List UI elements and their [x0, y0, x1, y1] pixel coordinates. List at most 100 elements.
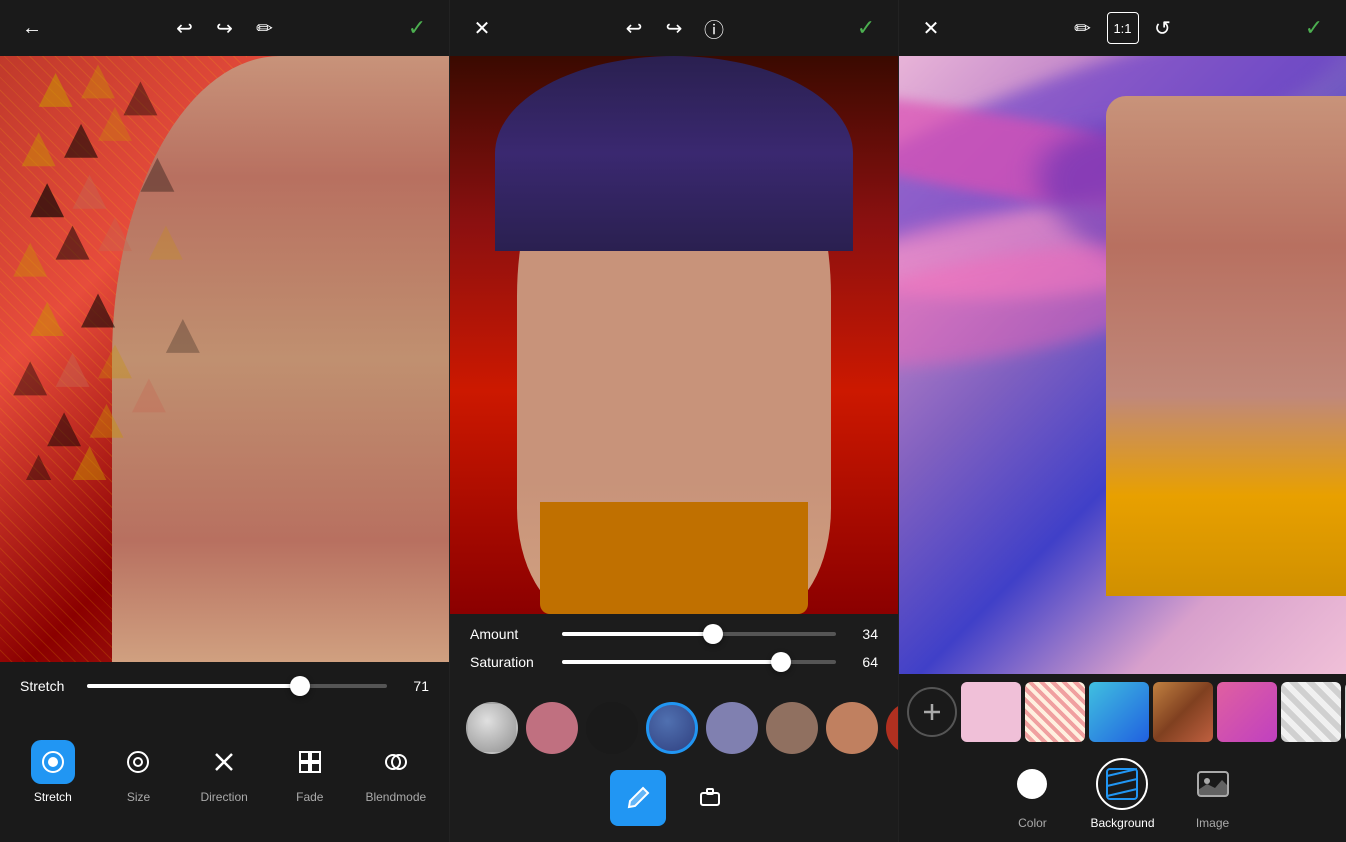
swatch-brown1[interactable]: [766, 702, 818, 754]
tool-direction[interactable]: Direction: [194, 740, 254, 804]
thumbnail-thumb-triangle[interactable]: [1281, 682, 1341, 742]
swatch-copper[interactable]: [826, 702, 878, 754]
toolbar-right-3: ✓: [1298, 12, 1330, 44]
swatch-silver[interactable]: [466, 702, 518, 754]
close-button-2[interactable]: ✕: [466, 12, 498, 44]
tool-icon-blendmode: [374, 740, 418, 784]
tool-icon-direction: [202, 740, 246, 784]
thumbnail-thumb-pink2[interactable]: [1217, 682, 1277, 742]
bg-type-icon-image: [1187, 758, 1239, 810]
swatch-lavender[interactable]: [706, 702, 758, 754]
slider-value-amount: 34: [848, 626, 878, 642]
info-button-2[interactable]: ⓘ: [698, 12, 730, 44]
add-background-button[interactable]: [907, 687, 957, 737]
tool-stretch[interactable]: Stretch: [23, 740, 83, 804]
tool-icon-size: [116, 740, 160, 784]
stretch-value: 71: [399, 678, 429, 694]
tool-size[interactable]: Size: [108, 740, 168, 804]
slider-value-saturation: 64: [848, 654, 878, 670]
tool-label-size: Size: [127, 790, 150, 804]
triangle-svg: [0, 56, 247, 480]
bottom-controls-1: Stretch 71 Stretch Size Direction Fade B…: [0, 662, 449, 842]
slider-track-saturation[interactable]: [562, 660, 836, 664]
bg-type-row: Color Background Image: [899, 750, 1346, 842]
image-canvas-2[interactable]: [450, 56, 898, 614]
toolbar-center-1: ↩ ↪ ✏: [169, 12, 281, 44]
slider-track-amount[interactable]: [562, 632, 836, 636]
stretch-label: Stretch: [20, 678, 75, 694]
slider-name-saturation: Saturation: [470, 654, 550, 670]
image-1: [0, 56, 449, 662]
tool-row-1: Stretch Size Direction Fade Blendmode: [0, 710, 449, 842]
toolbar-right-2: ✓: [850, 12, 882, 44]
close-button-3[interactable]: ✕: [915, 12, 947, 44]
thumbnail-thumb-pink[interactable]: [961, 682, 1021, 742]
tool-icon-stretch: [31, 740, 75, 784]
stretch-slider-row: Stretch 71: [0, 662, 449, 710]
tool-label-fade: Fade: [296, 790, 323, 804]
color-swatches: [450, 694, 898, 762]
slider-row-saturation: Saturation 64: [470, 654, 878, 670]
bottom-controls-2: Amount 34 Saturation 64: [450, 614, 898, 842]
ratio-button-3[interactable]: 1:1: [1107, 12, 1139, 44]
tool-fade[interactable]: Fade: [280, 740, 340, 804]
slider-name-amount: Amount: [470, 626, 550, 642]
thumbnail-thumb-pattern[interactable]: [1025, 682, 1085, 742]
swatch-red[interactable]: [886, 702, 898, 754]
image-canvas-3[interactable]: [899, 56, 1346, 674]
panel-background: ✕ ✏ 1:1 ↺ ✓ Color: [898, 0, 1346, 842]
bg-type-label-image: Image: [1196, 816, 1229, 830]
person-3: [1106, 96, 1346, 596]
erase-button-3[interactable]: ✏: [1067, 12, 1099, 44]
toolbar-left-1: ←: [16, 12, 48, 44]
brush-tool-eraser[interactable]: [682, 770, 738, 826]
tool-blendmode[interactable]: Blendmode: [365, 740, 426, 804]
panel-colorize: ✕ ↩ ↪ ⓘ ✓ Amount: [449, 0, 898, 842]
swatch-blue-sel[interactable]: [646, 702, 698, 754]
tool-label-blendmode: Blendmode: [365, 790, 426, 804]
shirt-2: [540, 502, 809, 614]
toolbar-right-1: ✓: [401, 12, 433, 44]
swatch-black[interactable]: [586, 702, 638, 754]
bg-type-background[interactable]: Background: [1090, 758, 1154, 830]
back-button[interactable]: ←: [16, 12, 48, 44]
toolbar-1: ← ↩ ↪ ✏ ✓: [0, 0, 449, 56]
bg-type-image[interactable]: Image: [1187, 758, 1239, 830]
swatch-rose[interactable]: [526, 702, 578, 754]
toolbar-3: ✕ ✏ 1:1 ↺ ✓: [899, 0, 1346, 56]
erase-button-1[interactable]: ✏: [249, 12, 281, 44]
refresh-button-3[interactable]: ↺: [1147, 12, 1179, 44]
redo-button-1[interactable]: ↪: [209, 12, 241, 44]
bottom-controls-3: Color Background Image: [899, 674, 1346, 842]
thumbnail-thumb-cyan-blue[interactable]: [1089, 682, 1149, 742]
toolbar-left-2: ✕: [466, 12, 498, 44]
toolbar-2: ✕ ↩ ↪ ⓘ ✓: [450, 0, 898, 56]
undo-button-1[interactable]: ↩: [169, 12, 201, 44]
panel-stretch: ← ↩ ↪ ✏ ✓: [0, 0, 449, 842]
bg-type-color[interactable]: Color: [1006, 758, 1058, 830]
slider-row-amount: Amount 34: [470, 626, 878, 642]
tool-label-stretch: Stretch: [34, 790, 72, 804]
stretch-thumb: [290, 676, 310, 696]
bg-type-label-color: Color: [1018, 816, 1047, 830]
hair-2: [495, 56, 853, 251]
brush-tools: [450, 762, 898, 842]
sliders-section: Amount 34 Saturation 64: [450, 614, 898, 694]
tool-label-direction: Direction: [200, 790, 247, 804]
image-2: [450, 56, 898, 614]
confirm-button-1[interactable]: ✓: [401, 12, 433, 44]
image-3: [899, 56, 1346, 674]
redo-button-2[interactable]: ↪: [658, 12, 690, 44]
stretch-slider[interactable]: [87, 684, 387, 688]
confirm-button-3[interactable]: ✓: [1298, 12, 1330, 44]
bg-type-label-background: Background: [1090, 816, 1154, 830]
bg-type-icon-background: [1096, 758, 1148, 810]
thumbnail-thumb-earth[interactable]: [1153, 682, 1213, 742]
toolbar-center-3: ✏ 1:1 ↺: [1067, 12, 1179, 44]
image-canvas-1[interactable]: [0, 56, 449, 662]
bg-type-icon-color: [1006, 758, 1058, 810]
thumbnails-row: [899, 674, 1346, 750]
confirm-button-2[interactable]: ✓: [850, 12, 882, 44]
brush-tool-brush[interactable]: [610, 770, 666, 826]
undo-button-2[interactable]: ↩: [618, 12, 650, 44]
